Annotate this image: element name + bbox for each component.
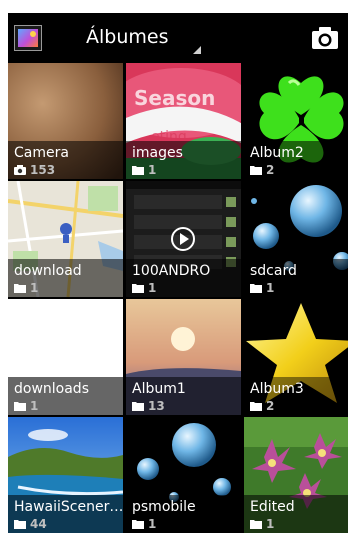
- folder-icon: [132, 520, 144, 529]
- album-count: 153: [30, 163, 56, 177]
- album-count: 1: [148, 163, 157, 177]
- album-name: Album3: [250, 381, 304, 397]
- folder-icon: [250, 284, 262, 293]
- album-tile[interactable]: psmobile 1: [126, 417, 241, 533]
- album-grid: Camera 153 Season eting images 1 Album2 …: [8, 63, 348, 533]
- gallery-screen: Álbumes Camera 153 Season eting images 1…: [8, 13, 348, 533]
- dropdown-indicator-icon[interactable]: [193, 46, 201, 54]
- album-name: downloads: [14, 381, 89, 397]
- album-name: Album2: [250, 145, 304, 161]
- album-count: 1: [266, 281, 275, 295]
- folder-icon: [250, 402, 262, 411]
- album-count: 1: [30, 399, 39, 413]
- album-name: images: [132, 145, 183, 161]
- album-tile[interactable]: 100ANDRO 1: [126, 181, 241, 297]
- album-count: 1: [148, 517, 157, 531]
- album-name: 100ANDRO: [132, 263, 211, 279]
- album-name: sdcard: [250, 263, 297, 279]
- album-count: 2: [266, 399, 275, 413]
- folder-icon: [132, 166, 144, 175]
- folder-icon: [14, 402, 26, 411]
- album-tile[interactable]: Album1 13: [126, 299, 241, 415]
- page-title[interactable]: Álbumes: [86, 25, 168, 49]
- camera-icon[interactable]: [310, 25, 340, 51]
- folder-icon: [14, 520, 26, 529]
- album-name: Camera: [14, 145, 69, 161]
- album-count: 2: [266, 163, 275, 177]
- album-name: HawaiiScener…: [14, 499, 122, 515]
- folder-icon: [132, 284, 144, 293]
- album-tile[interactable]: Album2 2: [244, 63, 348, 179]
- action-bar: Álbumes: [8, 13, 348, 63]
- album-tile[interactable]: Edited 1: [244, 417, 348, 533]
- album-count: 1: [30, 281, 39, 295]
- album-name: psmobile: [132, 499, 196, 515]
- gallery-icon[interactable]: [14, 25, 42, 51]
- folder-icon: [250, 166, 262, 175]
- folder-icon: [14, 284, 26, 293]
- album-tile[interactable]: Camera 153: [8, 63, 123, 179]
- album-name: Edited: [250, 499, 295, 515]
- album-count: 13: [148, 399, 165, 413]
- folder-icon: [132, 402, 144, 411]
- album-tile[interactable]: downloads 1: [8, 299, 123, 415]
- album-count: 1: [148, 281, 157, 295]
- album-count: 1: [266, 517, 275, 531]
- camera-icon: [14, 165, 26, 175]
- album-name: Album1: [132, 381, 186, 397]
- album-tile[interactable]: HawaiiScener… 44: [8, 417, 123, 533]
- album-name: download: [14, 263, 82, 279]
- album-tile[interactable]: Season eting images 1: [126, 63, 241, 179]
- svg-text:Season: Season: [134, 86, 215, 110]
- folder-icon: [250, 520, 262, 529]
- album-count: 44: [30, 517, 47, 531]
- album-tile[interactable]: sdcard 1: [244, 181, 348, 297]
- album-tile[interactable]: download 1: [8, 181, 123, 297]
- album-tile[interactable]: Album3 2: [244, 299, 348, 415]
